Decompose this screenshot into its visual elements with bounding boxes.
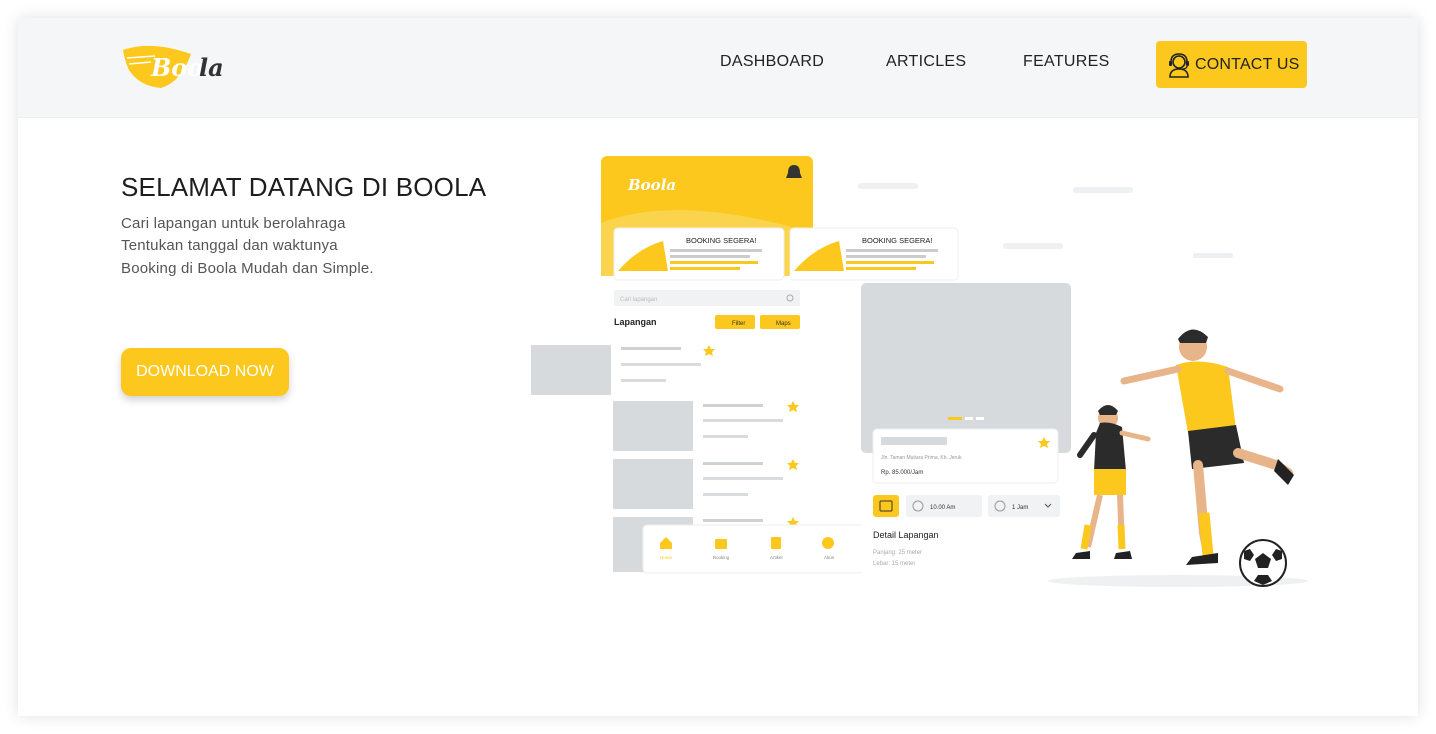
booking-card-2-title: BOOKING SEGERA! [862,236,932,245]
hero-line-1: Cari lapangan untuk berolahraga [121,215,346,232]
star-icon [703,345,715,356]
bottom-nav-booking[interactable]: Booking [713,555,730,560]
mockup-bottom-nav [642,524,864,574]
svg-text:Boo: Boo [150,53,203,82]
support-agent-icon [1169,52,1189,78]
football-icon [1239,539,1287,587]
detail-title: Detail Lapangan [873,530,939,540]
date-picker-button[interactable] [873,495,899,517]
detail-line-2: Lebar: 15 meter [873,561,915,567]
app-logo-text: Boola [627,176,676,194]
booking-card-1-title: BOOKING SEGERA! [686,236,756,245]
list-thumb-3 [613,459,693,509]
download-now-button[interactable]: DOWNLOAD NOW [121,348,289,396]
star-icon [787,401,799,412]
detail-price: Rp. 85.000/Jam [881,470,923,476]
duration-value: 1 Jam [1012,505,1028,511]
hero-title: SELAMAT DATANG DI BOOLA [121,172,487,202]
detail-image-placeholder [861,283,1071,453]
list-thumb-1 [531,345,611,395]
hero-line-3: Booking di Boola Mudah dan Simple. [121,260,374,277]
calendar-icon[interactable] [715,539,727,549]
hero-line-2: Tentukan tanggal dan waktunya [121,237,338,254]
bottom-nav-home[interactable]: Home [660,555,673,560]
bottom-nav-artikel[interactable]: Artikel [770,555,783,560]
time-value: 10.00 Am [930,505,955,511]
boola-logo[interactable]: Boo la [121,42,233,90]
svg-text:la: la [199,53,224,82]
mockup-search-placeholder: Cari lapangan [620,297,657,303]
account-icon[interactable] [822,537,834,549]
nav-articles[interactable]: ARTICLES [886,53,966,71]
detail-address: Jln. Taman Mutiara Prima, Kb. Jeruk [881,455,962,461]
list-thumb-2 [613,401,693,451]
contact-us-label: CONTACT US [1195,55,1300,73]
mockup-section-title: Lapangan [614,317,657,327]
star-icon [787,459,799,470]
page-frame: Boo la DASHBOARD ARTICLES FEATURES CONTA… [18,18,1418,716]
nav-dashboard[interactable]: DASHBOARD [720,53,824,71]
nav-features[interactable]: FEATURES [1023,53,1110,71]
mockup-maps-label: Maps [776,321,791,327]
article-icon[interactable] [771,537,781,549]
contact-us-button[interactable]: CONTACT US [1156,41,1307,88]
detail-line-1: Panjang: 25 meter [873,550,922,556]
navbar: Boo la DASHBOARD ARTICLES FEATURES CONTA… [18,18,1418,118]
bottom-nav-akun[interactable]: Akun [824,555,835,560]
player-large-illustration [1120,329,1294,565]
player-small-illustration [1072,405,1151,559]
mockup-filter-label: Filter [732,321,745,327]
hero-illustration: Boola BOOKING SEGERA! BOOKING SEGERA! Ca… [531,156,1308,587]
